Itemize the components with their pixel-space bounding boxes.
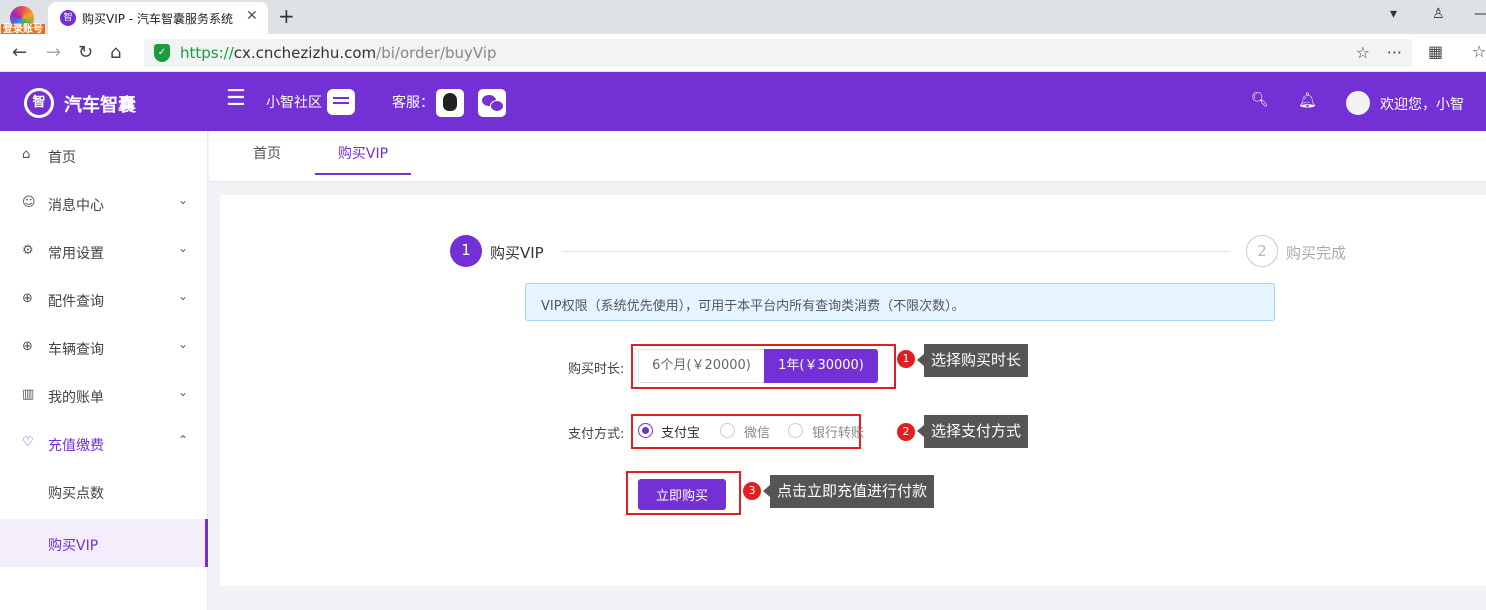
message-icon: ☺ bbox=[22, 195, 36, 210]
chevron-down-icon: ⌄ bbox=[178, 241, 189, 255]
sidebar-item-label: 首页 bbox=[48, 150, 76, 166]
app-header: 智 汽车智囊 ☰ 小智社区 客服： 🔍︎ 🔔︎ 欢迎您，小智 bbox=[0, 72, 1486, 131]
step-2-indicator: 2 bbox=[1246, 235, 1278, 267]
sidebar-item-my-bills[interactable]: ▥ 我的账单 ⌄ bbox=[0, 371, 208, 419]
profile-menu-icon[interactable]: ▾ bbox=[1390, 6, 1397, 22]
notification-bell-icon[interactable]: 🔔︎ bbox=[1298, 91, 1317, 109]
menu-toggle-icon[interactable]: ☰ bbox=[226, 86, 246, 111]
minimize-icon[interactable]: — bbox=[1474, 6, 1486, 22]
yen-shield-icon: ♡ bbox=[22, 435, 34, 450]
browser-address-bar: ← → ↻ ⌂ ✓ https://cx.cnchezizhu.com/bi/o… bbox=[0, 34, 1486, 72]
page-tabs: 首页 购买VIP bbox=[209, 131, 1486, 182]
bookmark-star-icon[interactable]: ☆ bbox=[1356, 43, 1370, 62]
tab-close-icon[interactable]: ✕ bbox=[246, 8, 258, 24]
tab-home[interactable]: 首页 bbox=[229, 131, 305, 175]
sidebar-item-label: 购买VIP bbox=[48, 538, 99, 554]
tab-buy-vip[interactable]: 购买VIP bbox=[315, 131, 411, 175]
duration-option-6-months[interactable]: 6个月(￥20000) bbox=[638, 349, 765, 383]
callout-number-3: 3 bbox=[743, 482, 761, 500]
qq-icon[interactable] bbox=[436, 89, 464, 117]
tab-title: 购买VIP - 汽车智囊服务系统 bbox=[82, 12, 233, 26]
chevron-down-icon: ⌄ bbox=[178, 385, 189, 399]
sidebar-item-label: 充值缴费 bbox=[48, 438, 104, 454]
sidebar-item-label: 常用设置 bbox=[48, 246, 104, 262]
sidebar-item-label: 购买点数 bbox=[48, 486, 104, 502]
browser-tab-bar: 登录账号 智 购买VIP - 汽车智囊服务系统 ✕ + ▾ ♙ — bbox=[0, 0, 1486, 36]
avatar[interactable] bbox=[1346, 91, 1370, 115]
sidebar-item-home[interactable]: ⌂ 首页 bbox=[0, 131, 208, 179]
buy-vip-card: 1 购买VIP 2 购买完成 VIP权限（系统优先使用），可用于本平台内所有查询… bbox=[220, 195, 1486, 586]
brand-logo-icon: 智 bbox=[24, 88, 54, 118]
radio-alipay-label[interactable]: 支付宝 bbox=[661, 422, 700, 441]
back-arrow-icon[interactable]: ← bbox=[12, 42, 27, 63]
browser-tab[interactable]: 智 购买VIP - 汽车智囊服务系统 ✕ bbox=[48, 2, 268, 34]
duration-label: 购买时长: bbox=[568, 362, 625, 377]
radio-alipay[interactable] bbox=[638, 423, 653, 438]
more-dots-icon[interactable]: ··· bbox=[1387, 43, 1402, 62]
chevron-down-icon: ⌄ bbox=[178, 193, 189, 207]
callout-number-2: 2 bbox=[897, 423, 915, 441]
step-1-label: 购买VIP bbox=[490, 244, 544, 262]
sidebar-item-label: 车辆查询 bbox=[48, 342, 104, 358]
zoom-in-icon: ⊕ bbox=[22, 291, 33, 306]
home-icon: ⌂ bbox=[22, 147, 31, 162]
sidebar-item-label: 我的账单 bbox=[48, 390, 104, 406]
radio-bank-transfer-label[interactable]: 银行转账 bbox=[812, 422, 864, 441]
payment-label: 支付方式: bbox=[568, 427, 625, 442]
zoom-in-icon: ⊕ bbox=[22, 339, 33, 354]
reload-icon[interactable]: ↻ bbox=[78, 42, 93, 63]
apps-grid-icon[interactable]: ▦ bbox=[1428, 42, 1443, 61]
sidebar-item-label: 配件查询 bbox=[48, 294, 104, 310]
sidebar: ⌂ 首页 ☺ 消息中心 ⌄ ⚙ 常用设置 ⌄ ⊕ 配件查询 ⌄ ⊕ 车辆查询 ⌄… bbox=[0, 131, 208, 610]
secure-shield-icon: ✓ bbox=[154, 44, 170, 62]
welcome-user[interactable]: 欢迎您，小智 bbox=[1380, 94, 1464, 114]
forward-arrow-icon[interactable]: → bbox=[46, 42, 61, 63]
url-field[interactable]: ✓ https://cx.cnchezizhu.com/bi/order/buy… bbox=[144, 39, 1412, 67]
radio-bank-transfer[interactable] bbox=[788, 423, 803, 438]
step-2-label: 购买完成 bbox=[1286, 244, 1347, 262]
shirt-icon[interactable]: ♙ bbox=[1432, 6, 1445, 22]
favorites-icon[interactable]: ☆ bbox=[1472, 42, 1486, 61]
callout-number-1: 1 bbox=[897, 350, 915, 368]
radio-wechat-label[interactable]: 微信 bbox=[744, 422, 770, 441]
community-chat-icon[interactable] bbox=[327, 89, 355, 115]
bar-chart-icon: ▥ bbox=[22, 387, 35, 402]
new-tab-icon[interactable]: + bbox=[278, 4, 295, 28]
sidebar-item-parts-query[interactable]: ⊕ 配件查询 ⌄ bbox=[0, 275, 208, 323]
callout-text-1: 选择购买时长 bbox=[916, 344, 1029, 377]
vip-notice-text: VIP权限（系统优先使用），可用于本平台内所有查询类消费（不限次数）。 bbox=[541, 299, 965, 314]
gear-icon: ⚙ bbox=[22, 243, 34, 258]
sidebar-item-settings[interactable]: ⚙ 常用设置 ⌄ bbox=[0, 227, 208, 275]
customer-service-label: 客服： bbox=[392, 95, 434, 111]
sidebar-subitem-buy-vip[interactable]: 购买VIP bbox=[0, 519, 208, 567]
sidebar-item-messages[interactable]: ☺ 消息中心 ⌄ bbox=[0, 179, 208, 227]
chevron-down-icon: ⌄ bbox=[178, 337, 189, 351]
callout-text-2: 选择支付方式 bbox=[916, 415, 1029, 448]
search-icon[interactable]: 🔍︎ bbox=[1251, 92, 1269, 108]
wechat-icon[interactable] bbox=[478, 89, 506, 117]
chevron-up-icon: ⌃ bbox=[178, 433, 189, 447]
radio-wechat[interactable] bbox=[720, 423, 735, 438]
tab-favicon-icon: 智 bbox=[60, 10, 76, 26]
sidebar-subitem-buy-points[interactable]: 购买点数 bbox=[0, 467, 208, 515]
chevron-down-icon: ⌄ bbox=[178, 289, 189, 303]
sidebar-item-vehicle-query[interactable]: ⊕ 车辆查询 ⌄ bbox=[0, 323, 208, 371]
home-icon[interactable]: ⌂ bbox=[110, 42, 121, 63]
sidebar-item-recharge[interactable]: ♡ 充值缴费 ⌃ bbox=[0, 419, 208, 467]
step-1-indicator: 1 bbox=[450, 235, 482, 267]
callout-text-3: 点击立即充值进行付款 bbox=[762, 475, 935, 508]
sidebar-item-label: 消息中心 bbox=[48, 198, 104, 214]
vip-notice: VIP权限（系统优先使用），可用于本平台内所有查询类消费（不限次数）。 bbox=[525, 283, 1275, 321]
url-text: https://cx.cnchezizhu.com/bi/order/buyVi… bbox=[180, 44, 497, 62]
community-link[interactable]: 小智社区 bbox=[266, 92, 322, 112]
duration-option-1-year[interactable]: 1年(￥30000) bbox=[764, 349, 878, 383]
brand-name: 汽车智囊 bbox=[64, 95, 136, 116]
step-connector bbox=[562, 251, 1230, 252]
buy-now-button[interactable]: 立即购买 bbox=[638, 479, 726, 510]
